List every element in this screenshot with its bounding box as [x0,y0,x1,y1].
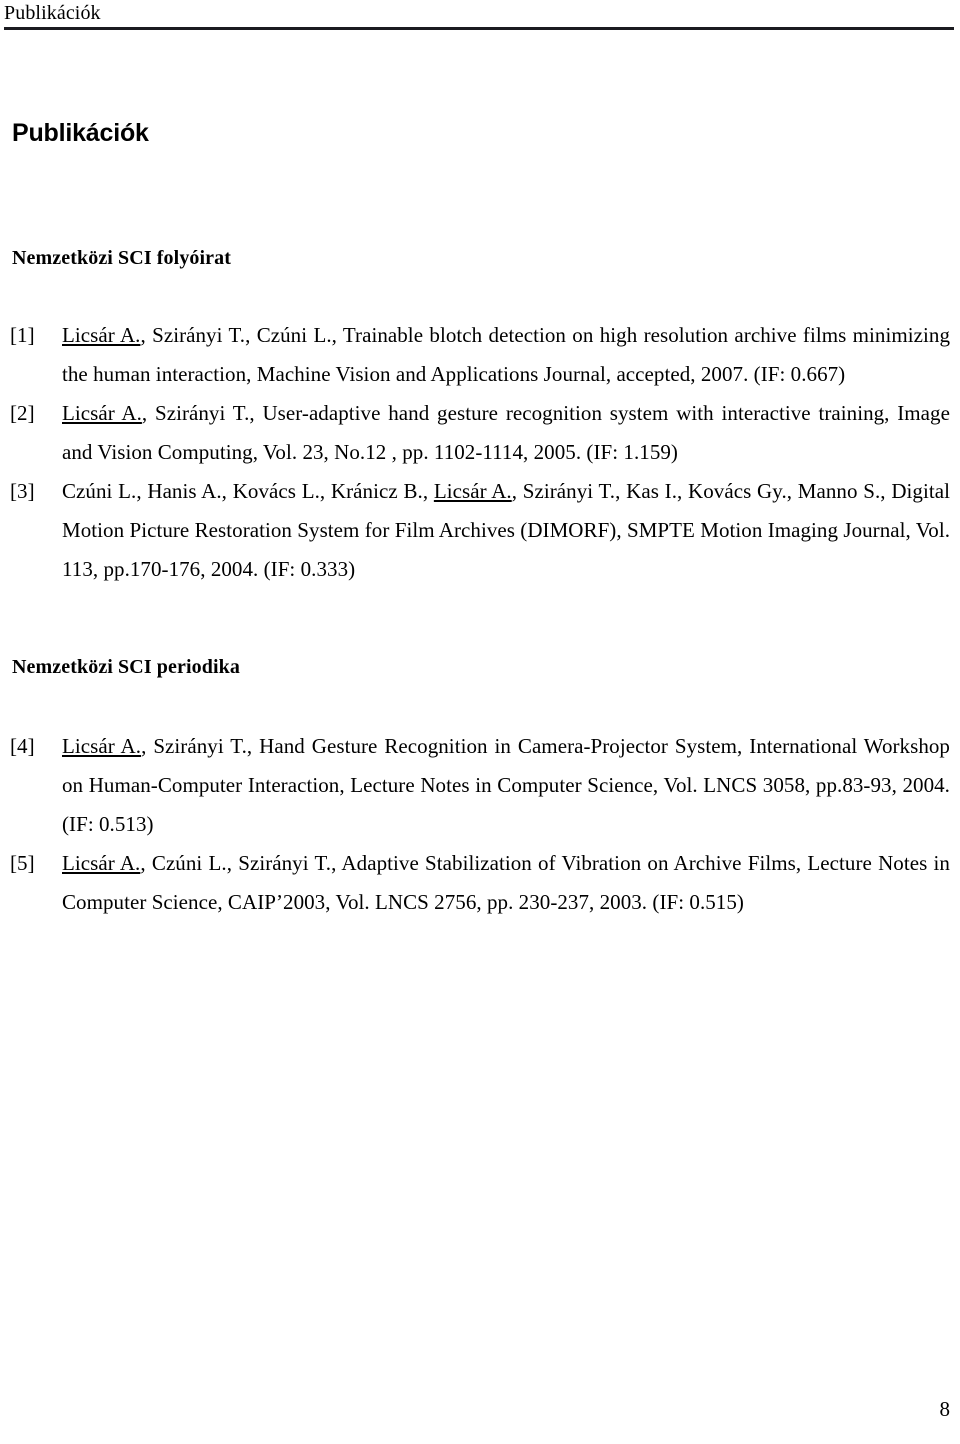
reference-number: [4] [10,734,35,758]
header-divider-rule [4,27,954,30]
page-running-header: Publikációk [0,0,960,32]
reference-item: [3] Czúni L., Hanis A., Kovács L., Kráni… [10,472,950,589]
reference-number: [2] [10,401,35,425]
reference-rest: , Szirányi T., User-adaptive hand gestur… [62,401,950,464]
running-header-title: Publikációk [4,2,101,24]
reference-number: [1] [10,323,35,347]
reference-item: [2] Licsár A., Szirányi T., User-adaptiv… [10,394,950,472]
document-content: Publikációk Nemzetközi SCI folyóirat [1]… [10,118,950,922]
page-title: Publikációk [12,119,149,147]
underlined-author: Licsár A. [62,323,141,347]
underlined-author: Licsár A. [433,479,512,503]
reference-number: [3] [10,479,35,503]
section-heading-1: Nemzetközi SCI folyóirat [12,247,232,269]
page-number: 8 [939,1397,951,1421]
reference-text: Licsár A., Szirányi T., User-adaptive ha… [62,394,950,472]
underlined-author: Licsár A. [62,734,142,758]
underlined-author: Licsár A. [62,851,141,875]
section-heading-2: Nemzetközi SCI periodika [12,656,240,678]
reference-text: Licsár A., Szirányi T., Hand Gesture Rec… [62,727,950,844]
reference-item: [1] Licsár A., Szirányi T., Czúni L., Tr… [10,316,950,394]
reference-rest: , Szirányi T., Czúni L., Trainable blotc… [62,323,950,386]
reference-text: Licsár A., Czúni L., Szirányi T., Adapti… [62,844,950,922]
reference-rest: , Szirányi T., Hand Gesture Recognition … [62,734,950,836]
reference-rest: , Czúni L., Szirányi T., Adaptive Stabil… [62,851,950,914]
reference-list-section-2: [4] Licsár A., Szirányi T., Hand Gesture… [10,727,950,922]
reference-item: [4] Licsár A., Szirányi T., Hand Gesture… [10,727,950,844]
reference-text: Czúni L., Hanis A., Kovács L., Kránicz B… [62,472,950,589]
reference-list-section-1: [1] Licsár A., Szirányi T., Czúni L., Tr… [10,316,950,589]
reference-prefix: Czúni L., Hanis A., Kovács L., Kránicz B… [62,479,434,503]
reference-text: Licsár A., Szirányi T., Czúni L., Traina… [62,316,950,394]
reference-number: [5] [10,851,35,875]
reference-item: [5] Licsár A., Czúni L., Szirányi T., Ad… [10,844,950,922]
underlined-author: Licsár A. [62,401,142,425]
